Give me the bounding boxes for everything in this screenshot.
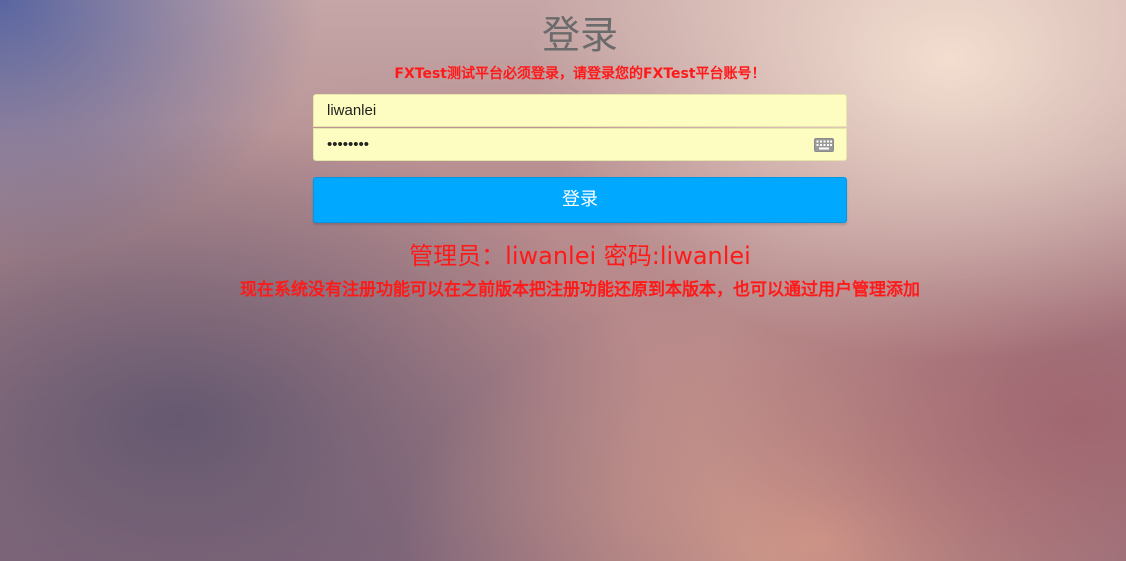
- login-button[interactable]: 登录: [313, 177, 847, 223]
- username-input[interactable]: [314, 95, 846, 126]
- username-field-wrapper: [313, 94, 847, 127]
- password-input[interactable]: [314, 129, 846, 160]
- page-title: 登录: [541, 13, 618, 57]
- register-notice: 现在系统没有注册功能可以在之前版本把注册功能还原到本版本，也可以通过用户管理添加: [240, 280, 920, 300]
- admin-credentials-info: 管理员：liwanlei 密码:liwanlei: [409, 242, 751, 270]
- login-notice: FXTest测试平台必须登录，请登录您的FXTest平台账号！: [394, 66, 766, 82]
- keyboard-icon[interactable]: [814, 138, 834, 152]
- password-field-wrapper: [313, 128, 847, 161]
